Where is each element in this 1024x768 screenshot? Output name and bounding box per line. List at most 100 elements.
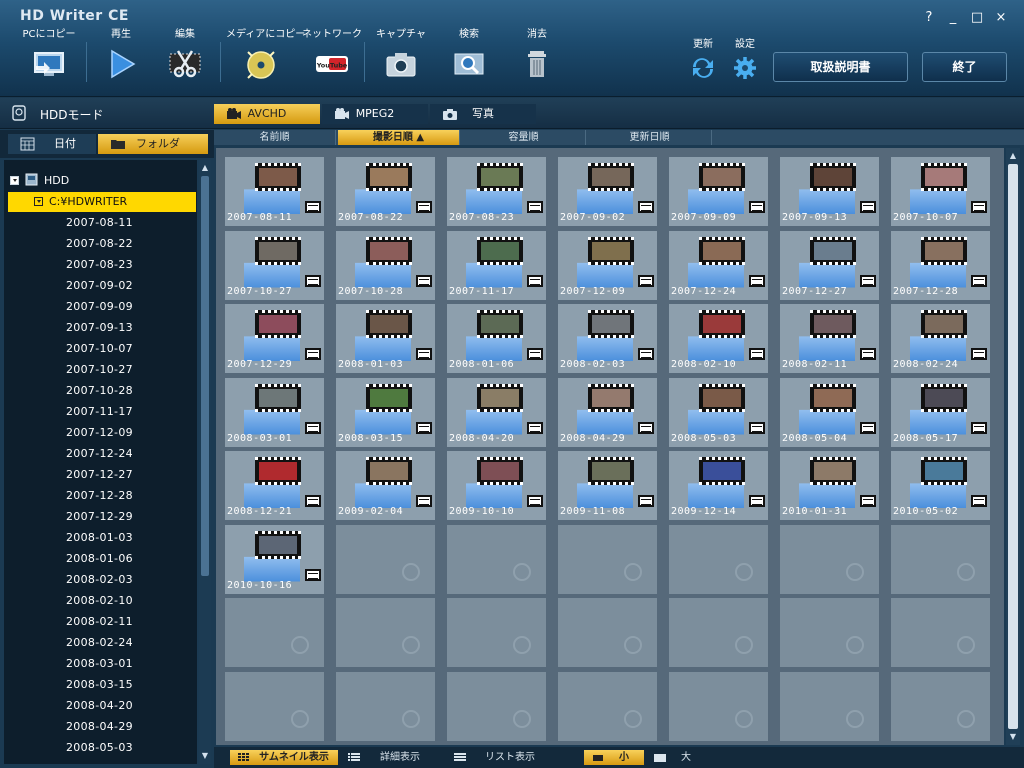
expand-icon[interactable] <box>34 197 43 206</box>
clip-folder-thumbnail[interactable]: 2009-12-14 <box>669 451 768 520</box>
clip-folder-thumbnail[interactable]: 2007-12-27 <box>780 230 879 300</box>
tab-by-folder[interactable]: フォルダ <box>98 134 208 154</box>
clip-folder-thumbnail[interactable]: 2007-08-23 <box>447 157 546 226</box>
clip-folder-thumbnail[interactable]: 2009-10-10 <box>447 451 546 520</box>
sort-by-update-date[interactable]: 更新日順 <box>588 130 712 145</box>
settings-button[interactable]: 設定 <box>714 38 776 86</box>
left-scrollbar-thumb[interactable] <box>201 176 209 576</box>
expand-icon[interactable] <box>10 176 19 185</box>
clip-folder-thumbnail[interactable]: 2008-04-20 <box>447 377 546 447</box>
clip-folder-thumbnail[interactable]: 2007-12-24 <box>669 230 768 300</box>
sort-by-shoot-date[interactable]: 撮影日順 ▲ <box>338 130 460 145</box>
size-small-button[interactable]: 小 <box>584 750 644 765</box>
clip-folder-thumbnail[interactable]: 2008-05-04 <box>780 377 879 447</box>
clip-folder-thumbnail[interactable]: 2008-02-03 <box>558 304 657 373</box>
scroll-down-arrow-icon[interactable]: ▼ <box>1008 731 1018 743</box>
tree-node-date[interactable]: 2008-05-03 <box>66 738 133 758</box>
edit-button[interactable]: 編集 <box>154 28 216 90</box>
list-view-button[interactable]: リスト表示 <box>446 750 554 765</box>
play-button[interactable]: 再生 <box>90 28 152 90</box>
clip-folder-thumbnail[interactable]: 2007-08-11 <box>225 157 324 226</box>
clip-folder-thumbnail[interactable]: 2007-09-13 <box>780 157 879 226</box>
tree-node-date[interactable]: 2007-12-24 <box>66 444 133 464</box>
maximize-button[interactable]: □ <box>968 9 986 27</box>
network-button[interactable]: ネットワーク YouTube <box>300 28 364 90</box>
thumbnail-view-button[interactable]: サムネイル表示 <box>230 750 338 765</box>
close-button[interactable]: × <box>992 9 1010 27</box>
clip-folder-thumbnail[interactable]: 2010-01-31 <box>780 451 879 520</box>
clip-folder-thumbnail[interactable]: 2008-02-24 <box>891 304 990 373</box>
grid-scrollbar-thumb[interactable] <box>1008 164 1018 729</box>
tree-node-date[interactable]: 2007-12-29 <box>66 507 133 527</box>
clip-folder-thumbnail[interactable]: 2007-10-28 <box>336 230 435 300</box>
clip-folder-thumbnail[interactable]: 2008-03-15 <box>336 377 435 447</box>
tree-node-date[interactable]: 2007-12-27 <box>66 465 133 485</box>
tree-node-date[interactable]: 2007-09-13 <box>66 318 133 338</box>
tree-node-date[interactable]: 2007-08-23 <box>66 255 133 275</box>
tree-node-date[interactable]: 2007-12-28 <box>66 486 133 506</box>
tree-node-date[interactable]: 2008-03-15 <box>66 675 133 695</box>
clip-folder-thumbnail[interactable]: 2008-01-03 <box>336 304 435 373</box>
tree-node-hdd[interactable]: HDD <box>10 171 190 191</box>
clip-folder-thumbnail[interactable]: 2007-09-09 <box>669 157 768 226</box>
pc-copy-button[interactable]: PCにコピー <box>18 28 80 90</box>
sort-by-name[interactable]: 名前順 <box>214 130 336 145</box>
clip-folder-thumbnail[interactable]: 2008-04-29 <box>558 377 657 447</box>
help-button[interactable]: ? <box>920 9 938 27</box>
clip-folder-thumbnail[interactable]: 2009-11-08 <box>558 451 657 520</box>
clip-folder-thumbnail[interactable]: 2008-02-11 <box>780 304 879 373</box>
clip-folder-thumbnail[interactable]: 2007-12-09 <box>558 230 657 300</box>
tree-node-date[interactable]: 2008-02-11 <box>66 612 133 632</box>
tree-node-date[interactable]: 2008-02-10 <box>66 591 133 611</box>
clip-folder-thumbnail[interactable]: 2007-08-22 <box>336 157 435 226</box>
clip-folder-thumbnail[interactable]: 2010-05-02 <box>891 451 990 520</box>
capture-button[interactable]: キャプチャ <box>370 28 432 90</box>
tree-node-date[interactable]: 2007-08-11 <box>66 213 133 233</box>
grid-scrollbar[interactable]: ▲ ▼ <box>1006 148 1020 745</box>
clip-folder-thumbnail[interactable]: 2008-01-06 <box>447 304 546 373</box>
tree-node-date[interactable]: 2007-08-22 <box>66 234 133 254</box>
minimize-button[interactable]: _ <box>944 9 962 27</box>
tree-node-date[interactable]: 2008-01-06 <box>66 549 133 569</box>
tree-node-date[interactable]: 2008-02-24 <box>66 633 133 653</box>
media-copy-button[interactable]: メディアにコピー <box>226 28 305 90</box>
exit-button[interactable]: 終了 <box>922 52 1007 82</box>
clip-folder-thumbnail[interactable]: 2007-12-28 <box>891 230 990 300</box>
tree-node-date[interactable]: 2008-03-01 <box>66 654 133 674</box>
size-large-button[interactable]: 大 <box>646 750 706 765</box>
clip-folder-thumbnail[interactable]: 2008-05-03 <box>669 377 768 447</box>
clip-folder-thumbnail[interactable]: 2010-10-16 <box>225 524 324 594</box>
detail-view-button[interactable]: 詳細表示 <box>340 750 440 765</box>
tree-node-date[interactable]: 2007-11-17 <box>66 402 133 422</box>
tree-node-date[interactable]: 2007-12-09 <box>66 423 133 443</box>
clip-folder-thumbnail[interactable]: 2008-05-17 <box>891 377 990 447</box>
tree-node-date[interactable]: 2007-09-09 <box>66 297 133 317</box>
clip-folder-thumbnail[interactable]: 2009-02-04 <box>336 451 435 520</box>
clip-folder-thumbnail[interactable]: 2007-10-27 <box>225 230 324 300</box>
tree-node-date[interactable]: 2007-09-02 <box>66 276 133 296</box>
clip-folder-thumbnail[interactable]: 2007-12-29 <box>225 304 324 373</box>
clip-folder-thumbnail[interactable]: 2007-10-07 <box>891 157 990 226</box>
search-button[interactable]: 検索 <box>438 28 500 90</box>
tree-node-date[interactable]: 2007-10-28 <box>66 381 133 401</box>
scroll-up-arrow-icon[interactable]: ▲ <box>200 162 210 174</box>
left-scrollbar[interactable]: ▲ ▼ <box>199 160 211 764</box>
tree-node-folder[interactable]: C:¥HDWRITER <box>8 192 196 212</box>
clip-folder-thumbnail[interactable]: 2007-11-17 <box>447 230 546 300</box>
scroll-up-arrow-icon[interactable]: ▲ <box>1008 150 1018 162</box>
tab-avchd[interactable]: AVCHD <box>214 104 320 124</box>
tab-photo[interactable]: 写真 <box>430 104 536 124</box>
tree-node-date[interactable]: 2008-04-20 <box>66 696 133 716</box>
clip-folder-thumbnail[interactable]: 2008-03-01 <box>225 377 324 447</box>
sort-by-size[interactable]: 容量順 <box>462 130 586 145</box>
clip-folder-thumbnail[interactable]: 2007-09-02 <box>558 157 657 226</box>
manual-button[interactable]: 取扱説明書 <box>773 52 908 82</box>
tab-mpeg2[interactable]: MPEG2 <box>322 104 428 124</box>
tab-by-date[interactable]: 日付 <box>8 134 96 154</box>
tree-node-date[interactable]: 2007-10-07 <box>66 339 133 359</box>
clip-folder-thumbnail[interactable]: 2008-02-10 <box>669 304 768 373</box>
tree-node-date[interactable]: 2007-10-27 <box>66 360 133 380</box>
tree-node-date[interactable]: 2008-02-03 <box>66 570 133 590</box>
clip-folder-thumbnail[interactable]: 2008-12-21 <box>225 451 324 520</box>
delete-button[interactable]: 消去 <box>506 28 568 90</box>
